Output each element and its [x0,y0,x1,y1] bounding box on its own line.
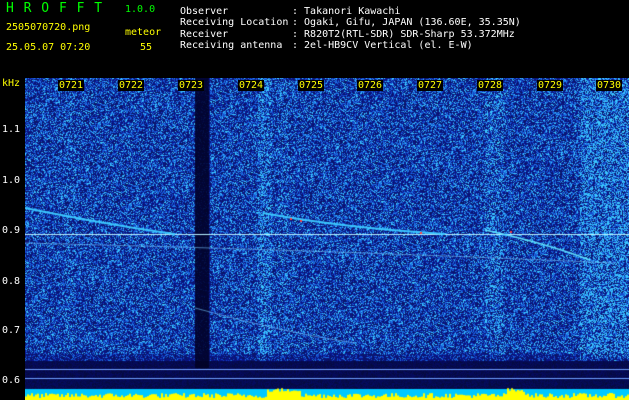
x-tick-0728: 0728 [477,80,504,91]
y-tick-0.9: 0.9 [2,225,21,236]
x-tick-0723: 0723 [178,80,205,91]
y-axis-unit: kHz [2,78,21,89]
receiver-label: Receiver [180,29,229,40]
y-tick-1.0: 1.0 [2,175,21,186]
location-value: : Ogaki, Gifu, JAPAN (136.60E, 35.35N) [292,17,521,28]
x-tick-0726: 0726 [357,80,384,91]
x-tick-0730: 0730 [596,80,623,91]
app-title: H R O F F T [6,1,104,16]
x-tick-0727: 0727 [417,80,444,91]
observer-value: : Takanori Kawachi [292,6,401,17]
y-tick-0.8: 0.8 [2,276,21,287]
header-panel: H R O F F T 1.0.0 2505070720.png meteor … [0,0,629,78]
observer-label: Observer [180,6,229,17]
antenna-value: : 2el-HB9CV Vertical (el. E-W) [292,40,473,51]
spectrogram [25,78,629,400]
antenna-label: Receiving antenna [180,40,283,51]
datetime: 25.05.07 07:20 [6,42,91,53]
file-name: 2505070720.png [6,22,91,33]
receiver-value: : R820T2(RTL-SDR) SDR-Sharp 53.372MHz [292,29,515,40]
x-tick-0722: 0722 [118,80,145,91]
x-tick-0724: 0724 [238,80,265,91]
y-tick-0.7: 0.7 [2,325,21,336]
type-label: meteor [125,27,162,38]
x-tick-0725: 0725 [298,80,325,91]
app-version: 1.0.0 [125,4,156,15]
location-label: Receiving Location [180,17,289,28]
x-tick-0721: 0721 [58,80,85,91]
count-value: 55 [140,42,153,53]
y-tick-1.1: 1.1 [2,124,21,135]
x-tick-0729: 0729 [537,80,564,91]
y-tick-0.6: 0.6 [2,375,21,386]
